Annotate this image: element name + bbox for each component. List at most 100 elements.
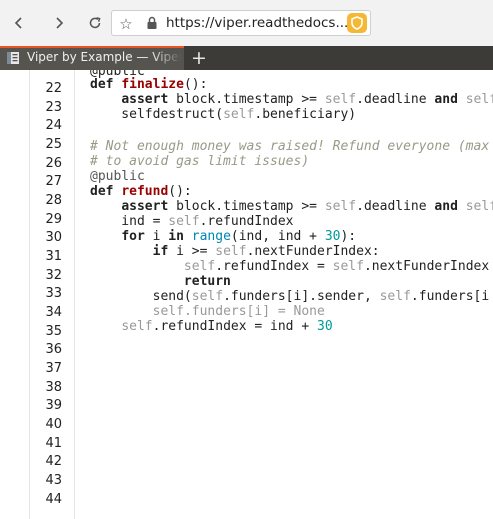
line-number: 30 — [45, 230, 62, 245]
tab-title: Viper by Example — Viper documentation — [27, 50, 182, 64]
code-token: ind = — [90, 214, 169, 229]
document-icon — [7, 52, 19, 64]
code-token: # to avoid gas limit issues) — [90, 154, 310, 169]
line-number: 28 — [45, 193, 62, 208]
url-text[interactable]: https://viper.readthedocs... — [166, 15, 348, 31]
line-number: 29 — [45, 212, 62, 227]
code-token: i >= — [168, 244, 216, 259]
forward-button[interactable] — [46, 10, 72, 36]
line-number: 24 — [45, 118, 62, 133]
code-token: 30 — [324, 229, 341, 244]
code-token: and — [434, 92, 458, 107]
code-token: selfdestruct( — [90, 107, 224, 122]
code-token: self — [324, 92, 357, 107]
line-number: 43 — [45, 473, 62, 488]
code-token: assert — [121, 92, 169, 107]
extension-button[interactable] — [347, 13, 367, 33]
padlock-icon — [147, 16, 157, 29]
code-line: 44 — [0, 70, 493, 507]
code-token: self — [191, 289, 224, 304]
code-text: for i in range(ind, ind + 30): — [90, 229, 356, 244]
line-number: 25 — [45, 137, 62, 152]
code-token: in — [168, 229, 184, 244]
code-token: refund — [121, 184, 169, 199]
line-number: 27 — [45, 174, 62, 189]
code-text: # to avoid gas limit issues) — [90, 154, 309, 169]
code-token: .refundIndex = — [215, 259, 333, 274]
back-button[interactable] — [6, 10, 32, 36]
code-token: range — [191, 229, 231, 244]
line-number: 37 — [45, 361, 62, 376]
plus-icon: + — [191, 47, 207, 69]
line-number: 38 — [45, 380, 62, 395]
code-token: block.timestamp >= — [168, 92, 325, 107]
reload-button[interactable] — [82, 10, 108, 36]
page-content: @public 22 def finalize(): 23 assert block… — [0, 70, 493, 519]
code-text: def refund(): — [90, 184, 192, 199]
code-token: .nextFunderIndex: — [246, 244, 380, 259]
browser-toolbar: ☆ https://viper.readthedocs... — [0, 0, 493, 46]
code-text: @public — [90, 169, 145, 184]
code-text: send(self.funders[i].sender, self.funder… — [90, 289, 490, 304]
bookmark-star-icon[interactable]: ☆ — [116, 14, 136, 34]
code-token: self — [215, 244, 247, 259]
code-text: # Not enough money was raised! Refund ev… — [90, 139, 489, 154]
code-token: .funders[i].sender, — [223, 289, 380, 304]
code-token: self — [324, 199, 357, 214]
line-number: 26 — [45, 156, 62, 171]
code-token: .nextFunderIndex — [363, 259, 490, 274]
gutter-right-border — [74, 70, 75, 519]
back-arrow-icon — [14, 17, 22, 29]
code-token: (): — [168, 184, 192, 199]
code-token: return — [183, 274, 231, 289]
code-token: .refundIndex — [199, 214, 294, 229]
reload-icon — [89, 17, 101, 29]
tab-active[interactable]: Viper by Example — Viper documentation — [0, 46, 184, 70]
code-token: self — [152, 304, 184, 319]
line-number: 34 — [45, 305, 62, 320]
code-token: .beneficiary) — [254, 107, 357, 122]
line-number: 41 — [45, 436, 62, 451]
code-token: and — [434, 199, 458, 214]
line-number: 35 — [45, 324, 62, 339]
code-token: for — [121, 229, 145, 244]
code-token: self — [223, 107, 255, 122]
line-number: 36 — [45, 342, 62, 357]
code-token: ): — [340, 229, 357, 244]
code-text: self.funders[i] = None — [90, 304, 325, 319]
code-token: # Not enough money was raised! Refund ev… — [90, 139, 490, 154]
code-token: self — [465, 92, 493, 107]
code-token: block.timestamp >= — [168, 199, 325, 214]
code-text: if i >= self.nextFunderIndex: — [90, 244, 380, 259]
code-text: ind = self.refundIndex — [90, 214, 294, 229]
code-token: self — [121, 319, 153, 334]
code-token: send( — [90, 289, 192, 304]
line-number: 32 — [45, 268, 62, 283]
line-number: 42 — [45, 454, 62, 469]
code-token: (ind, ind + — [230, 229, 325, 244]
code-token: self — [379, 289, 411, 304]
code-token: .deadline — [356, 199, 435, 214]
line-number: 31 — [45, 249, 62, 264]
code-token: i — [144, 229, 169, 244]
code-token: .funders[i] = None — [183, 304, 325, 319]
code-token: if — [152, 244, 169, 259]
code-text: self.refundIndex = self.nextFunderIndex — [90, 259, 489, 274]
shield-icon — [351, 16, 363, 30]
forward-arrow-icon — [56, 17, 64, 29]
code-token: 30 — [317, 319, 333, 334]
line-number: 23 — [45, 100, 62, 115]
code-token: assert — [121, 199, 169, 214]
code-token: .refundIndex = ind + — [152, 319, 317, 334]
new-tab-button[interactable]: + — [187, 46, 211, 70]
code-text: self.refundIndex = ind + 30 — [90, 319, 333, 334]
